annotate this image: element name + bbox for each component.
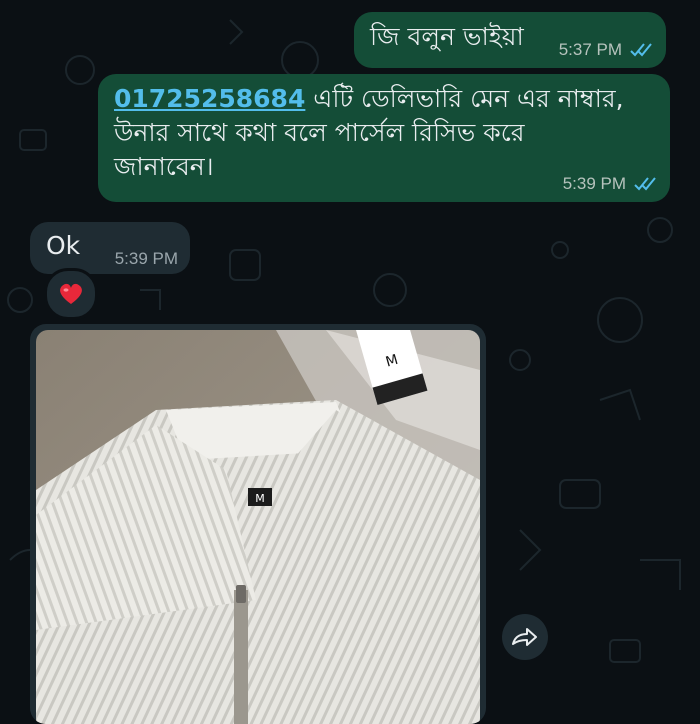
message-text: জি বলুন ভাইয়া (370, 22, 524, 51)
forward-button[interactable] (502, 614, 548, 660)
message-text: এটি ডেলিভারি মেন এর নাম্বার, (305, 84, 624, 113)
phone-number-link[interactable]: 01725258684 (114, 84, 305, 113)
message-line: উনার সাথে কথা বলে পার্সেল রিসিভ করে (114, 118, 525, 147)
shirt-photo[interactable]: M M (36, 330, 480, 724)
message-time: 5:39 PM (114, 249, 178, 268)
incoming-message[interactable]: Ok 5:39 PM (30, 222, 190, 274)
message-line: 01725258684 এটি ডেলিভারি মেন এর নাম্বার, (114, 82, 654, 116)
image-message[interactable]: M M (30, 324, 486, 724)
forward-icon (512, 628, 537, 646)
outgoing-message[interactable]: 01725258684 এটি ডেলিভারি মেন এর নাম্বার,… (98, 74, 670, 202)
read-ticks-icon (630, 43, 652, 57)
message-time: 5:39 PM (562, 174, 626, 193)
message-text: Ok (46, 231, 81, 260)
message-reaction[interactable] (44, 268, 98, 320)
heart-icon (60, 283, 82, 304)
message-time: 5:37 PM (558, 40, 622, 59)
read-ticks-icon (634, 177, 656, 191)
outgoing-message[interactable]: জি বলুন ভাইয়া 5:37 PM (354, 12, 666, 68)
size-label-text: M (255, 492, 265, 505)
